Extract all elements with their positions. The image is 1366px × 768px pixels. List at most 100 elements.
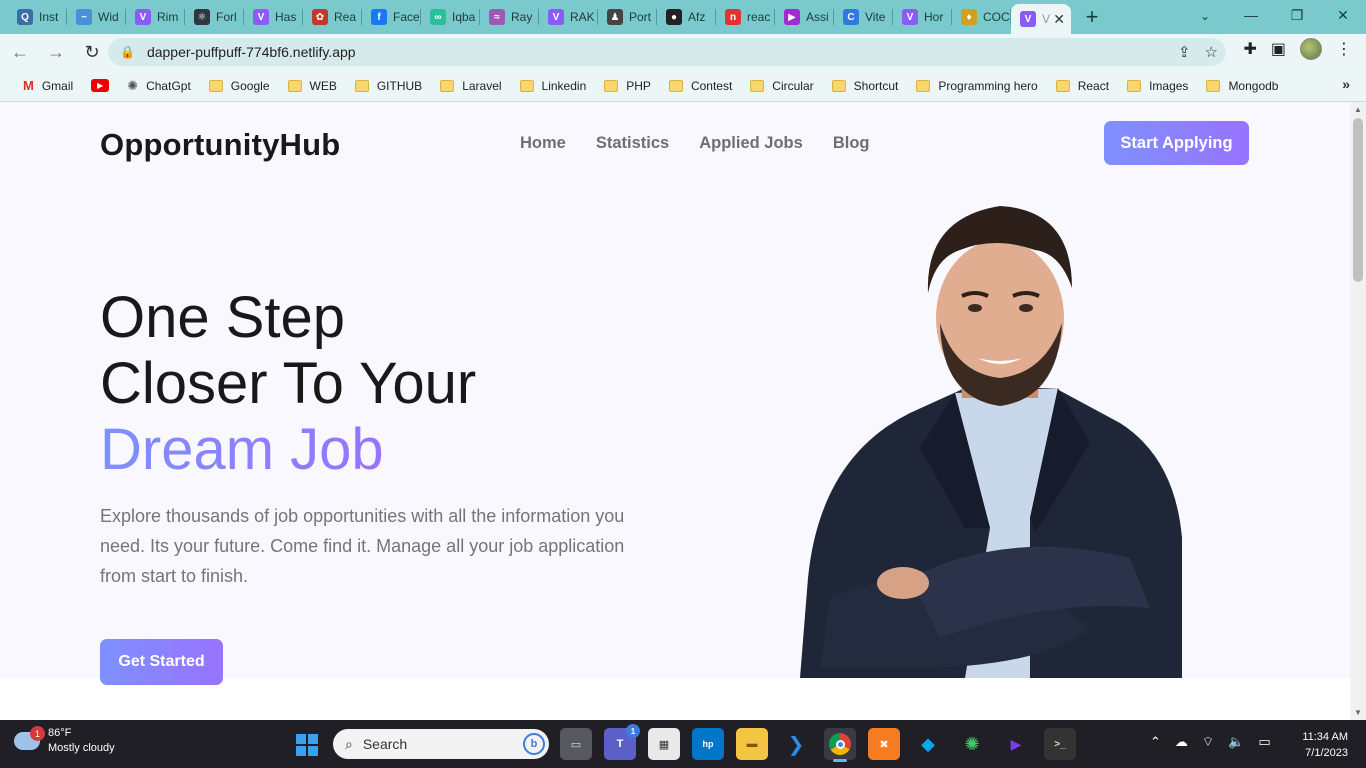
vscode-icon[interactable]: ❯ <box>780 728 812 760</box>
terminal-icon[interactable]: >_ <box>1044 728 1076 760</box>
tab-search-chevron-icon[interactable]: ⌄ <box>1190 4 1220 28</box>
forward-button[interactable]: → <box>40 36 72 68</box>
file-explorer-icon[interactable]: ▬ <box>736 728 768 760</box>
bookmark-laravel[interactable]: Laravel <box>431 73 510 99</box>
minimize-button[interactable]: — <box>1228 0 1274 30</box>
browser-tab[interactable]: V Hor <box>893 0 952 34</box>
browser-tab[interactable]: ≈ Ray <box>480 0 539 34</box>
taskbar-clock[interactable]: 11:34 AM 7/1/2023 <box>1302 729 1348 761</box>
tab-label: RAK <box>570 10 595 24</box>
bing-icon[interactable]: b <box>523 733 545 755</box>
chatgpt-icon[interactable]: ✺ <box>956 728 988 760</box>
bookmark-label: PHP <box>626 78 651 93</box>
tab-favicon-icon: ⚛ <box>194 9 210 25</box>
back-button[interactable]: ← <box>4 36 36 68</box>
browser-tab[interactable]: C Vite <box>834 0 893 34</box>
restore-button[interactable]: ❐ <box>1274 0 1320 30</box>
tab-favicon-icon: V <box>902 9 918 25</box>
site-nav: Home Statistics Applied Jobs Blog <box>520 134 869 153</box>
mysql-icon[interactable]: ◆ <box>912 728 944 760</box>
share-icon[interactable]: ⇪ <box>1178 43 1191 61</box>
windows-taskbar: 86°F Mostly cloudy 1 ⌕ Search b ▭ T1 ▦ h… <box>0 720 1366 768</box>
browser-tab[interactable]: V RAK <box>539 0 598 34</box>
close-window-button[interactable]: ✕ <box>1320 0 1366 30</box>
taskbar-search[interactable]: ⌕ Search b <box>333 729 549 759</box>
tab-label: Port <box>629 10 652 24</box>
browser-tab-strip: Q Inst ~ Wid V Rim ⚛ Forl V Has ✿ Rea f Face ∞ Iqba ≈ Ray… <box>0 0 1366 34</box>
browser-tab[interactable]: f Face <box>362 0 421 34</box>
nav-home[interactable]: Home <box>520 134 566 153</box>
menu-icon[interactable]: ⋮ <box>1336 39 1352 59</box>
bookmark-php[interactable]: PHP <box>595 73 660 99</box>
bookmark-circular[interactable]: Circular <box>741 73 822 99</box>
bookmark-star-icon[interactable]: ☆ <box>1205 43 1218 61</box>
side-panel-icon[interactable]: ▣ <box>1271 39 1286 59</box>
bookmark-mongodb[interactable]: Mongodb <box>1197 73 1287 99</box>
volume-icon[interactable]: 🔈 <box>1228 734 1244 750</box>
close-tab-icon[interactable]: ✕ <box>1053 11 1065 28</box>
extensions-icon[interactable]: ✚ <box>1243 39 1256 59</box>
new-tab-button[interactable]: + <box>1075 0 1109 34</box>
bookmark-react[interactable]: React <box>1047 73 1118 99</box>
hp-icon[interactable]: hp <box>692 728 724 760</box>
browser-tab[interactable]: ⚛ Forl <box>185 0 244 34</box>
nav-applied-jobs[interactable]: Applied Jobs <box>699 134 803 153</box>
scrollbar-thumb[interactable] <box>1353 118 1363 282</box>
bookmark-github[interactable]: GITHUB <box>346 73 431 99</box>
folder-icon <box>604 79 619 92</box>
nav-statistics[interactable]: Statistics <box>596 134 669 153</box>
task-view-icon[interactable]: ▭ <box>560 728 592 760</box>
folder-icon <box>1127 79 1142 92</box>
xampp-icon[interactable]: ✖ <box>868 728 900 760</box>
bookmark-gmail[interactable]: M Gmail <box>14 73 82 99</box>
chrome-icon[interactable] <box>824 728 856 762</box>
browser-tab[interactable]: ♦ COC <box>952 0 1011 34</box>
store-icon[interactable]: ▦ <box>648 728 680 760</box>
browser-tab[interactable]: ∞ Iqba <box>421 0 480 34</box>
browser-tab[interactable]: ♟ Port <box>598 0 657 34</box>
onedrive-icon[interactable]: ☁ <box>1175 734 1188 750</box>
bookmark-google[interactable]: Google <box>200 73 279 99</box>
browser-tab[interactable]: V Rim <box>126 0 185 34</box>
scroll-down-arrow-icon[interactable]: ▼ <box>1354 708 1362 717</box>
site-logo[interactable]: OpportunityHub <box>100 127 340 163</box>
reload-button[interactable]: ↻ <box>76 36 108 68</box>
bookmark-programming-hero[interactable]: Programming hero <box>907 73 1046 99</box>
bookmark-contest[interactable]: Contest <box>660 73 741 99</box>
browser-tab[interactable]: ~ Wid <box>67 0 126 34</box>
app-icon[interactable]: ▶ <box>1000 728 1032 760</box>
tab-favicon-icon: C <box>843 9 859 25</box>
page-scrollbar[interactable]: ▲ ▼ <box>1350 102 1366 720</box>
weather-widget[interactable]: 86°F Mostly cloudy <box>14 726 115 756</box>
start-applying-button[interactable]: Start Applying <box>1104 121 1249 165</box>
bookmark-images[interactable]: Images <box>1118 73 1197 99</box>
wifi-icon[interactable]: ⌔ <box>1202 734 1214 750</box>
bookmark-label: React <box>1077 78 1110 93</box>
tab-label: Iqba <box>452 10 476 24</box>
browser-tab[interactable]: ● Afz <box>657 0 716 34</box>
browser-tab[interactable]: n reac <box>716 0 775 34</box>
browser-tab[interactable]: ✿ Rea <box>303 0 362 34</box>
get-started-button[interactable]: Get Started <box>100 639 223 685</box>
browser-tab-active[interactable]: V V ✕ <box>1011 4 1071 34</box>
address-bar[interactable]: 🔒 dapper-puffpuff-774bf6.netlify.app ⇪ ☆ <box>108 38 1226 66</box>
bookmark-shortcut[interactable]: Shortcut <box>823 73 908 99</box>
more-bookmarks-icon[interactable]: » <box>1342 76 1350 92</box>
bookmark-chatgpt[interactable]: ✺ ChatGpt <box>118 73 200 99</box>
browser-tab[interactable]: ▶ Assi <box>775 0 834 34</box>
bookmark-youtube[interactable]: ▶ <box>82 73 118 99</box>
nav-blog[interactable]: Blog <box>833 134 870 153</box>
browser-tab[interactable]: V Has <box>244 0 303 34</box>
battery-icon[interactable]: ▭ <box>1258 734 1270 750</box>
show-hidden-icons-icon[interactable]: ⌃ <box>1150 734 1161 750</box>
profile-avatar[interactable] <box>1300 38 1322 60</box>
teams-icon[interactable]: T1 <box>604 724 640 760</box>
bookmark-web[interactable]: WEB <box>279 73 346 99</box>
browser-toolbar: ← → ↻ 🔒 dapper-puffpuff-774bf6.netlify.a… <box>0 34 1366 70</box>
url-text: dapper-puffpuff-774bf6.netlify.app <box>146 44 356 60</box>
bookmark-label: Images <box>1149 78 1189 93</box>
start-button[interactable] <box>296 734 318 756</box>
scroll-up-arrow-icon[interactable]: ▲ <box>1354 105 1362 114</box>
browser-tab[interactable]: Q Inst <box>8 0 67 34</box>
bookmark-linkedin[interactable]: Linkedin <box>511 73 596 99</box>
